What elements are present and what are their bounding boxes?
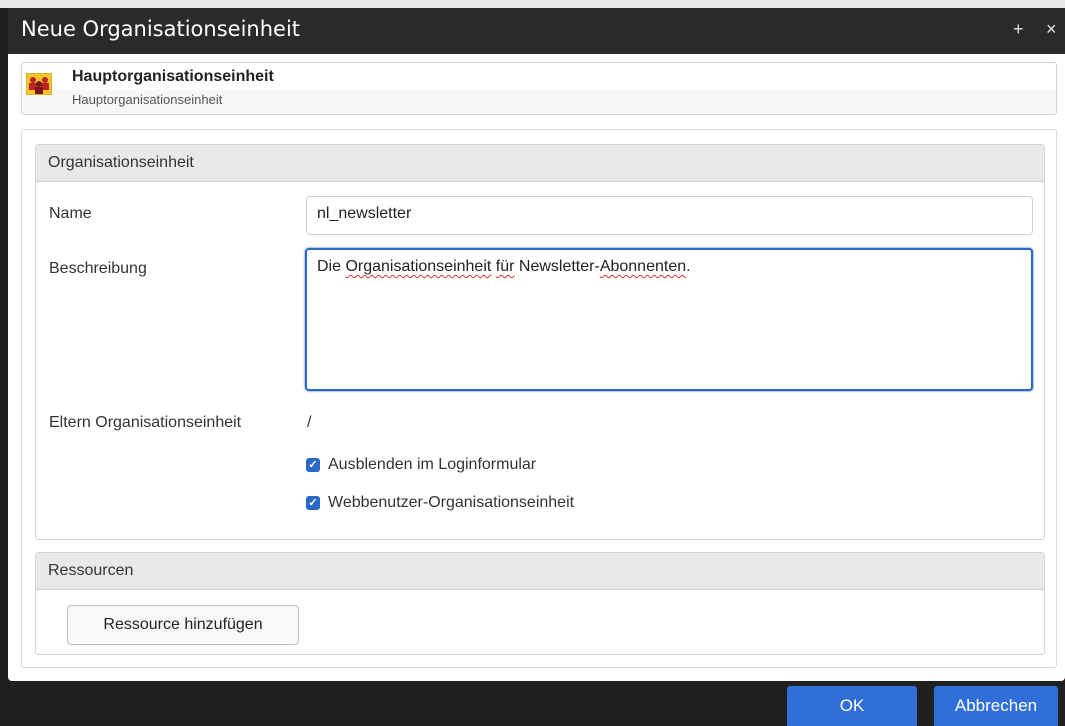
add-resource-button[interactable]: Ressource hinzufügen [67, 605, 299, 645]
name-input-value: nl_newsletter [317, 205, 412, 222]
web-user-unit-label: Webbenutzer-Organisationseinheit [328, 494, 575, 511]
checkmark-icon: ✓ [306, 496, 320, 510]
plus-icon[interactable]: + [1013, 19, 1024, 39]
hide-in-login-label: Ausblenden im Loginformular [328, 456, 537, 473]
dialog-content: Hauptorganisationseinheit Hauptorganisat… [8, 54, 1065, 681]
cancel-button[interactable]: Abbrechen [934, 686, 1058, 726]
desc-text-misspelled: Abonnenten [599, 258, 687, 275]
name-input[interactable]: nl_newsletter [306, 196, 1033, 235]
dialog-titlebar[interactable]: Neue Organisationseinheit + × [8, 8, 1065, 54]
breadcrumb[interactable]: Hauptorganisationseinheit Hauptorganisat… [21, 62, 1057, 115]
description-label: Beschreibung [49, 260, 147, 277]
desc-text: Die [317, 258, 346, 275]
dialog-title: Neue Organisationseinheit [21, 17, 301, 41]
parent-unit-value: / [307, 414, 312, 431]
desc-text: . [686, 258, 691, 275]
ok-button[interactable]: OK [787, 686, 917, 726]
window-top-edge [0, 0, 1065, 8]
resources-section-header: Ressourcen [36, 553, 1044, 590]
hide-in-login-checkbox[interactable]: ✓ Ausblenden im Loginformular [306, 456, 536, 474]
desc-text-misspelled: für [495, 258, 515, 275]
breadcrumb-title: Hauptorganisationseinheit [72, 68, 274, 85]
parent-unit-label: Eltern Organisationseinheit [49, 414, 242, 431]
close-icon[interactable]: × [1046, 19, 1057, 39]
name-label: Name [49, 205, 92, 222]
org-unit-section-header: Organisationseinheit [36, 145, 1044, 182]
org-unit-section: Organisationseinheit Name nl_newsletter … [35, 144, 1045, 540]
checkmark-icon: ✓ [306, 458, 320, 472]
breadcrumb-subtitle: Hauptorganisationseinheit [72, 92, 223, 107]
desc-text-misspelled: Organisationseinheit [345, 258, 492, 275]
web-user-unit-checkbox[interactable]: ✓ Webbenutzer-Organisationseinheit [306, 494, 574, 512]
resources-section: Ressourcen Ressource hinzufügen [35, 552, 1045, 655]
description-textarea[interactable]: Die Organisationseinheit für Newsletter-… [305, 248, 1033, 391]
org-unit-icon [26, 73, 52, 95]
form-container: Organisationseinheit Name nl_newsletter … [21, 129, 1057, 668]
desc-text: Newsletter- [514, 258, 600, 275]
